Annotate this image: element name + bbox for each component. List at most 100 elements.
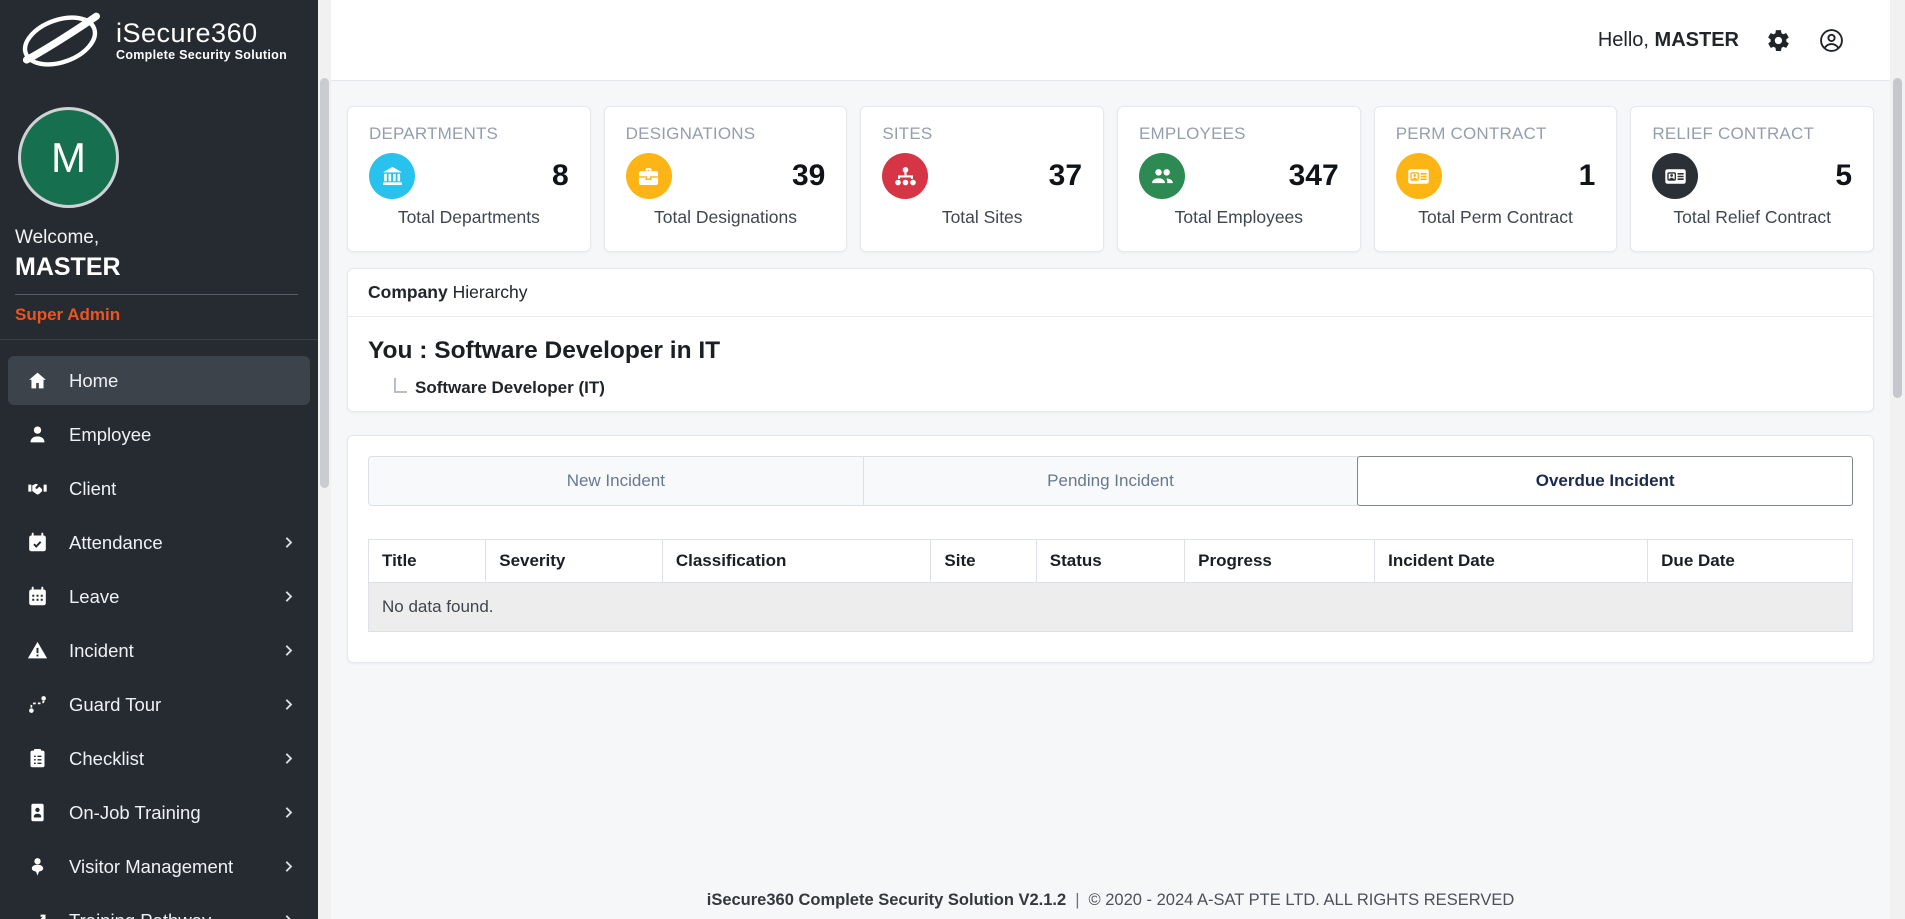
stat-card-relief-contract: RELIEF CONTRACT 5 Total Relief Contract — [1630, 106, 1874, 252]
footer-separator: | — [1075, 891, 1079, 909]
sidebar-scrollbar-thumb[interactable] — [320, 78, 329, 488]
sidebar-item-incident[interactable]: Incident — [8, 626, 310, 675]
sidebar: iSecure360 Complete Security Solution M … — [0, 0, 318, 919]
stat-caption: Total Designations — [626, 207, 826, 228]
app-root: iSecure360 Complete Security Solution M … — [0, 0, 1905, 919]
incident-tabs: New IncidentPending IncidentOverdue Inci… — [368, 456, 1853, 506]
chevron-right-icon — [281, 697, 296, 712]
sidebar-item-label: Checklist — [69, 748, 144, 770]
stat-value: 39 — [792, 159, 825, 193]
no-data-message: No data found. — [369, 583, 1853, 632]
calendar-icon — [26, 586, 48, 608]
line-chart-icon — [26, 910, 48, 919]
chevron-right-icon — [281, 805, 296, 820]
content: DEPARTMENTS8Total Departments DESIGNATION… — [331, 81, 1905, 919]
stat-title: EMPLOYEES — [1139, 124, 1339, 144]
greeting-hello: Hello, — [1598, 29, 1649, 51]
tab-new-incident[interactable]: New Incident — [368, 456, 864, 506]
user-account-icon[interactable] — [1819, 27, 1845, 53]
footer-copyright: © 2020 - 2024 A-SAT PTE LTD. ALL RIGHTS … — [1089, 891, 1515, 909]
calendar-check-icon — [26, 532, 48, 554]
hierarchy-you-line: You : Software Developer in IT — [368, 337, 1853, 365]
stat-card-perm-contract: PERM CONTRACT1Total Perm Contract — [1374, 106, 1618, 252]
clipboard-icon — [26, 748, 48, 770]
sidebar-username: MASTER — [15, 253, 318, 282]
sidebar-item-guard-tour[interactable]: Guard Tour — [8, 680, 310, 729]
client-handshake-icon — [26, 478, 48, 500]
tree-elbow-connector — [394, 378, 407, 393]
profile-divider — [15, 294, 298, 295]
stat-title: PERM CONTRACT — [1396, 124, 1596, 144]
greeting-username: MASTER — [1655, 29, 1739, 51]
column-header-classification: Classification — [662, 540, 931, 583]
sidebar-scrollbar[interactable] — [318, 0, 331, 919]
page-scrollbar[interactable] — [1890, 0, 1905, 919]
stat-value: 1 — [1579, 159, 1596, 193]
avatar-letter: M — [51, 134, 86, 182]
sidebar-item-attendance[interactable]: Attendance — [8, 518, 310, 567]
column-header-title: Title — [369, 540, 486, 583]
empty-row: No data found. — [369, 583, 1853, 632]
id-card-icon — [1652, 153, 1698, 199]
sidebar-item-label: Leave — [69, 586, 119, 608]
tab-overdue-incident[interactable]: Overdue Incident — [1357, 456, 1853, 506]
sidebar-item-employee[interactable]: Employee — [8, 410, 310, 459]
brand-name: iSecure360 — [116, 19, 287, 47]
stat-title: RELIEF CONTRACT — [1652, 124, 1852, 144]
settings-gear-icon[interactable] — [1766, 27, 1792, 53]
brand-tagline: Complete Security Solution — [116, 48, 287, 62]
sidebar-item-leave[interactable]: Leave — [8, 572, 310, 621]
sidebar-item-home[interactable]: Home — [8, 356, 310, 405]
people-icon — [1139, 153, 1185, 199]
incident-table: TitleSeverityClassificationSiteStatusPro… — [368, 539, 1853, 632]
stat-card-employees: EMPLOYEES 347 Total Employees — [1117, 106, 1361, 252]
chevron-right-icon — [281, 589, 296, 604]
welcome-text: Welcome, — [15, 227, 318, 249]
avatar: M — [18, 107, 119, 208]
page-scrollbar-thumb[interactable] — [1893, 78, 1902, 398]
footer: iSecure360 Complete Security Solution V2… — [347, 885, 1874, 919]
greeting: Hello, MASTER — [1598, 29, 1739, 52]
route-icon — [26, 694, 48, 716]
sidebar-item-on-job-training[interactable]: On-Job Training — [8, 788, 310, 837]
brand[interactable]: iSecure360 Complete Security Solution — [0, 0, 318, 81]
visitor-pin-icon — [26, 856, 48, 878]
sidebar-item-label: On-Job Training — [69, 802, 201, 824]
column-header-incident-date: Incident Date — [1375, 540, 1648, 583]
sidebar-item-label: Guard Tour — [69, 694, 161, 716]
tab-pending-incident[interactable]: Pending Incident — [863, 456, 1359, 506]
sidebar-item-label: Attendance — [69, 532, 163, 554]
briefcase-icon — [626, 153, 672, 199]
chevron-right-icon — [281, 643, 296, 658]
stat-card-sites: SITES37Total Sites — [860, 106, 1104, 252]
company-hierarchy-card: Company Hierarchy You : Software Develop… — [347, 268, 1874, 412]
warning-triangle-icon — [26, 640, 48, 662]
sidebar-item-label: Client — [69, 478, 116, 500]
sidebar-item-checklist[interactable]: Checklist — [8, 734, 310, 783]
stat-caption: Total Sites — [882, 207, 1082, 228]
sitemap-icon — [882, 153, 928, 199]
chevron-right-icon — [281, 913, 296, 919]
column-header-due-date: Due Date — [1648, 540, 1853, 583]
employee-person-icon — [26, 424, 48, 446]
chevron-right-icon — [281, 535, 296, 550]
sidebar-item-label: Incident — [69, 640, 134, 662]
sidebar-item-training-pathway[interactable]: Training Pathway — [8, 896, 310, 919]
column-header-site: Site — [931, 540, 1036, 583]
stat-caption: Total Relief Contract — [1652, 207, 1852, 228]
user-role-badge: Super Admin — [15, 305, 318, 325]
brand-logo-icon — [10, 9, 110, 73]
sidebar-item-visitor-management[interactable]: Visitor Management — [8, 842, 310, 891]
sidebar-item-label: Home — [69, 370, 118, 392]
sidebar-item-client[interactable]: Client — [8, 464, 310, 513]
stat-title: DEPARTMENTS — [369, 124, 569, 144]
stat-value: 5 — [1835, 159, 1852, 193]
stat-card-departments: DEPARTMENTS8Total Departments — [347, 106, 591, 252]
stat-title: DESIGNATIONS — [626, 124, 826, 144]
topbar: Hello, MASTER — [331, 0, 1905, 81]
stat-value: 347 — [1289, 159, 1339, 193]
sidebar-item-label: Employee — [69, 424, 151, 446]
company-hierarchy-header-bold: Company — [368, 282, 448, 302]
stat-caption: Total Employees — [1139, 207, 1339, 228]
column-header-progress: Progress — [1185, 540, 1375, 583]
